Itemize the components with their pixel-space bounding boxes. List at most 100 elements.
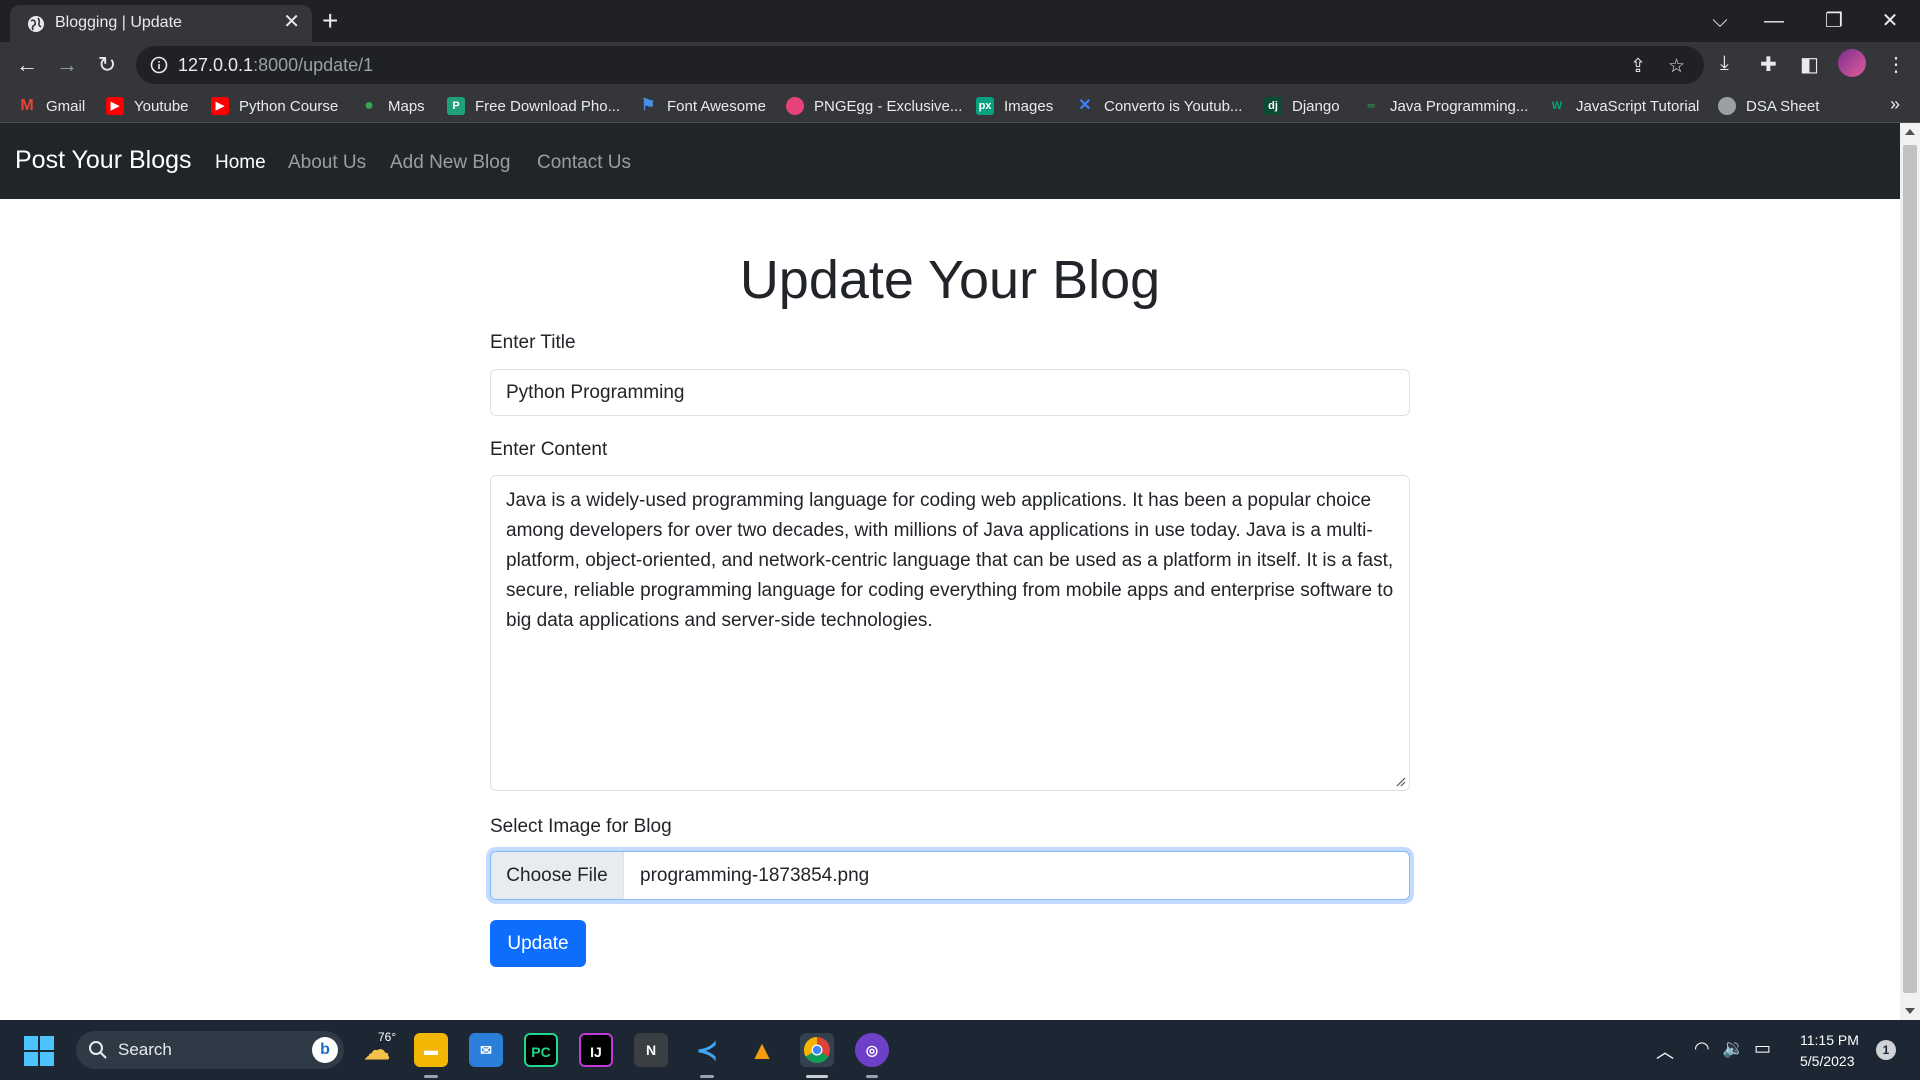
file-explorer-icon[interactable]: ▬ xyxy=(414,1033,448,1067)
scrollbar-thumb[interactable] xyxy=(1903,145,1917,993)
battery-icon[interactable]: ▭ xyxy=(1754,1038,1771,1059)
bookmark-java-programming[interactable]: ∞ Java Programming... xyxy=(1362,95,1528,117)
minimize-icon[interactable]: — xyxy=(1754,6,1794,36)
egg-icon xyxy=(786,97,804,115)
youtube-icon: ▶ xyxy=(211,97,229,115)
tab-search-icon[interactable]: ⌵ xyxy=(1700,6,1740,36)
wifi-icon[interactable]: ◠ xyxy=(1694,1038,1710,1059)
nav-link-contact[interactable]: Contact Us xyxy=(537,152,631,174)
extensions-icon[interactable]: ✚ xyxy=(1760,52,1777,77)
bing-icon[interactable]: b xyxy=(312,1037,338,1063)
share-icon[interactable]: ⇪ xyxy=(1630,55,1646,78)
vscode-icon[interactable]: ≺ xyxy=(690,1033,724,1067)
back-icon[interactable]: ← xyxy=(12,53,42,77)
image-label: Select Image for Blog xyxy=(490,816,672,837)
search-icon xyxy=(89,1041,107,1059)
selected-file-name: programming-1873854.png xyxy=(640,865,870,886)
bookmark-label: Python Course xyxy=(239,97,339,115)
image-file-input[interactable]: Choose File programming-1873854.png xyxy=(490,851,1410,900)
active-indicator xyxy=(806,1075,828,1078)
address-bar[interactable]: 127.0.0.1:8000/update/1 ⇪ ☆ xyxy=(136,46,1704,84)
github-desktop-icon[interactable]: ◎ xyxy=(855,1033,889,1067)
scroll-down-arrow-icon[interactable] xyxy=(1905,1008,1915,1014)
notification-badge[interactable]: 1 xyxy=(1876,1040,1896,1060)
bookmark-label: Font Awesome xyxy=(667,97,766,115)
site-brand[interactable]: Post Your Blogs xyxy=(15,146,192,175)
tab-title: Blogging | Update xyxy=(55,14,182,31)
forward-icon[interactable]: → xyxy=(52,53,82,77)
gmail-icon: M xyxy=(20,97,34,114)
bookmark-python-course[interactable]: ▶ Python Course xyxy=(211,95,338,117)
nav-link-add-blog[interactable]: Add New Blog xyxy=(390,152,510,174)
browser-tab-bar: Blogging | Update ✕ + ⌵ — ❐ ✕ xyxy=(0,0,1920,42)
bookmark-label: Django xyxy=(1292,97,1340,115)
search-label: Search xyxy=(118,1040,172,1059)
bookmark-font-awesome[interactable]: ⚑ Font Awesome xyxy=(639,95,766,117)
site-navbar: Post Your Blogs Home About Us Add New Bl… xyxy=(0,123,1900,199)
running-indicator xyxy=(424,1075,438,1078)
bookmark-label: PNGEgg - Exclusive... xyxy=(814,97,963,115)
chrome-icon[interactable] xyxy=(800,1033,834,1067)
running-indicator xyxy=(866,1075,878,1078)
bookmark-dsa-sheet[interactable]: DSA Sheet xyxy=(1718,95,1819,117)
browser-tab[interactable]: Blogging | Update ✕ xyxy=(10,5,312,42)
bookmark-converto[interactable]: ✕ Converto is Youtub... xyxy=(1076,95,1242,117)
bookmark-pngegg[interactable]: PNGEgg - Exclusive... xyxy=(786,95,962,117)
flag-icon: ⚑ xyxy=(640,97,656,114)
bookmark-maps[interactable]: ● Maps xyxy=(360,95,425,117)
nav-link-home[interactable]: Home xyxy=(215,152,266,174)
notion-icon[interactable]: N xyxy=(634,1033,668,1067)
bookmark-javascript-tutorial[interactable]: W JavaScript Tutorial xyxy=(1548,95,1700,117)
intellij-icon[interactable]: IJ xyxy=(579,1033,613,1067)
restore-icon[interactable]: ❐ xyxy=(1814,6,1854,36)
site-info-icon[interactable] xyxy=(150,56,168,74)
title-input[interactable] xyxy=(490,369,1410,416)
bookmark-free-download[interactable]: P Free Download Pho... xyxy=(447,95,620,117)
mail-icon[interactable]: ✉ xyxy=(469,1033,503,1067)
bookmark-gmail[interactable]: M Gmail xyxy=(18,95,85,117)
profile-avatar[interactable] xyxy=(1838,49,1866,77)
taskbar-search[interactable]: Search b xyxy=(76,1031,344,1069)
weather-temperature: 76° xyxy=(378,1030,397,1044)
browser-toolbar: ← → ↻ 127.0.0.1:8000/update/1 ⇪ ☆ ⤓ ✚ ◧ … xyxy=(0,42,1920,88)
bookmark-label: Converto is Youtub... xyxy=(1104,97,1243,115)
title-label: Enter Title xyxy=(490,332,576,353)
chrome-logo-icon xyxy=(803,1036,830,1064)
nav-link-about[interactable]: About Us xyxy=(288,152,366,174)
more-bookmarks-icon[interactable]: » xyxy=(1890,94,1900,115)
show-hidden-icons-icon[interactable]: ︿ xyxy=(1656,1038,1674,1064)
bookmark-images[interactable]: px Images xyxy=(976,95,1053,117)
bookmark-label: Java Programming... xyxy=(1390,97,1529,115)
download-icon[interactable]: ⤓ xyxy=(1720,52,1729,75)
clock-time[interactable]: 11:15 PM xyxy=(1800,1032,1859,1048)
clock-date[interactable]: 5/5/2023 xyxy=(1800,1053,1855,1069)
bookmark-youtube[interactable]: ▶ Youtube xyxy=(106,95,189,117)
pexels-icon: px xyxy=(976,97,994,115)
reload-icon[interactable]: ↻ xyxy=(92,53,122,77)
close-window-icon[interactable]: ✕ xyxy=(1870,6,1910,36)
bookmark-label: Maps xyxy=(388,97,425,115)
bookmark-django[interactable]: dj Django xyxy=(1264,95,1340,117)
bookmark-label: Images xyxy=(1004,97,1054,115)
content-label: Enter Content xyxy=(490,439,608,460)
bookmark-label: DSA Sheet xyxy=(1746,97,1820,115)
update-button[interactable]: Update xyxy=(490,920,586,967)
windows-start-icon[interactable] xyxy=(24,1036,54,1066)
new-tab-icon[interactable]: + xyxy=(322,6,338,36)
globe-icon xyxy=(28,16,44,32)
bookmark-star-icon[interactable]: ☆ xyxy=(1668,55,1685,78)
youtube-icon: ▶ xyxy=(106,97,124,115)
scroll-up-arrow-icon[interactable] xyxy=(1905,129,1915,135)
page-scrollbar[interactable] xyxy=(1900,123,1920,1020)
content-textarea[interactable]: Java is a widely-used programming langua… xyxy=(490,475,1410,791)
resize-handle-icon[interactable] xyxy=(1396,777,1406,787)
vlc-icon[interactable]: ▲ xyxy=(745,1033,779,1067)
django-icon: dj xyxy=(1264,97,1282,115)
side-panel-icon[interactable]: ◧ xyxy=(1800,52,1819,77)
choose-file-button[interactable]: Choose File xyxy=(491,852,624,899)
volume-icon[interactable]: 🔉 xyxy=(1722,1038,1744,1059)
menu-icon[interactable]: ⋮ xyxy=(1886,52,1906,77)
page-viewport: Post Your Blogs Home About Us Add New Bl… xyxy=(0,123,1900,1020)
pycharm-icon[interactable]: PC xyxy=(524,1033,558,1067)
close-tab-icon[interactable]: ✕ xyxy=(283,12,300,32)
